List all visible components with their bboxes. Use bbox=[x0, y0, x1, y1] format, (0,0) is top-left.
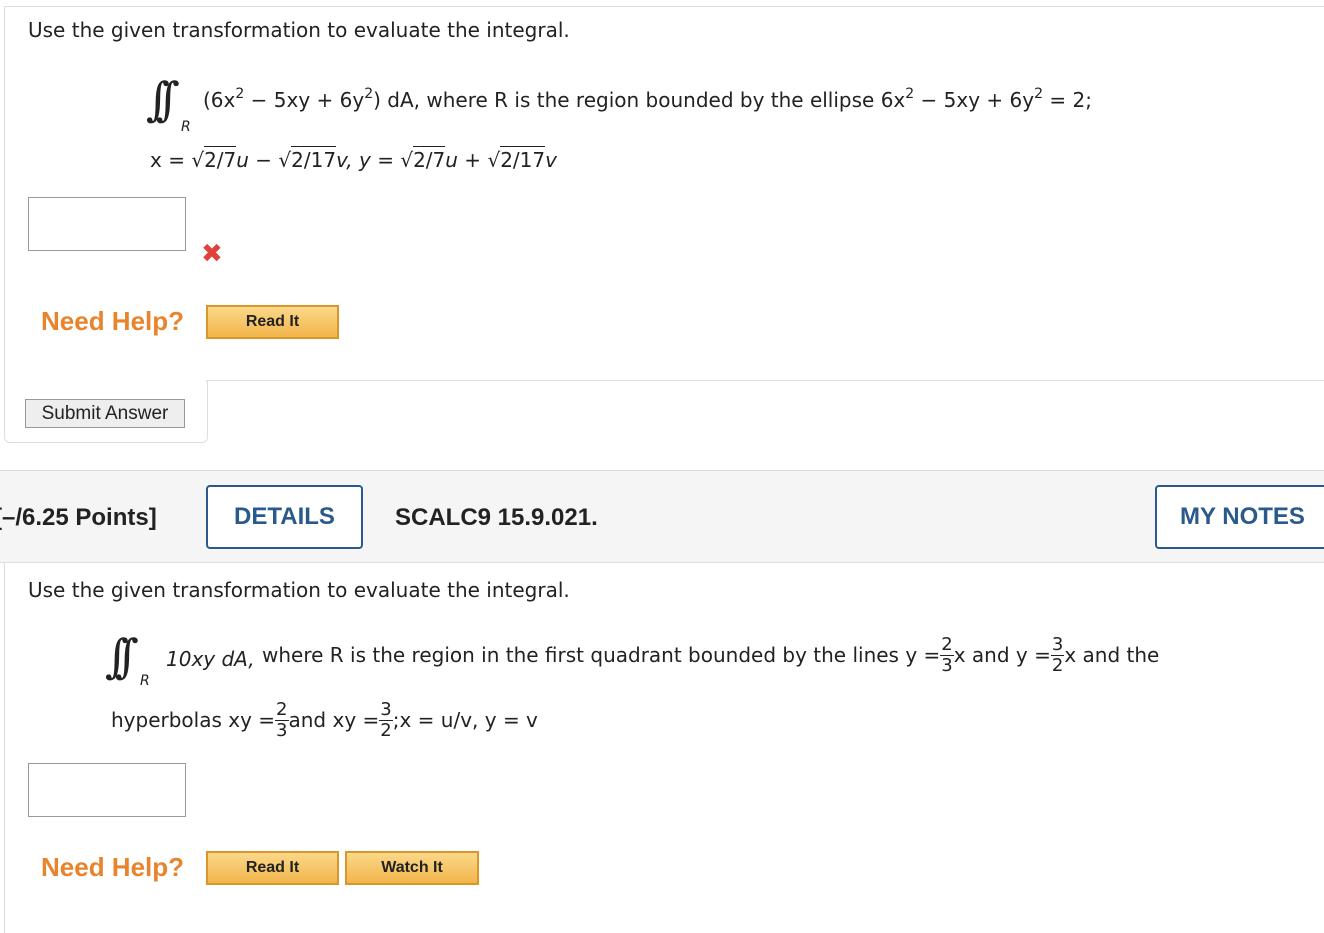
incorrect-x-icon: ✖ bbox=[201, 239, 223, 269]
read-it-button-2[interactable]: Read It bbox=[206, 851, 339, 885]
fraction-3-2-b: 32 bbox=[379, 698, 393, 741]
fraction-2-3: 23 bbox=[940, 633, 954, 676]
question-1-panel bbox=[4, 6, 1324, 382]
question-2-panel bbox=[4, 563, 1324, 933]
region-subscript-2: R bbox=[140, 673, 150, 689]
double-integral-sign-2: ∫∫ bbox=[105, 629, 139, 683]
submit-answer-button[interactable]: Submit Answer bbox=[25, 399, 185, 428]
problem-code: SCALC9 15.9.021. bbox=[395, 504, 598, 531]
question-2-header bbox=[0, 470, 1324, 563]
q1-answer-input[interactable] bbox=[28, 197, 186, 251]
watch-it-button[interactable]: Watch It bbox=[345, 851, 479, 885]
read-it-button[interactable]: Read It bbox=[206, 305, 339, 339]
q2-prompt: Use the given transformation to evaluate… bbox=[28, 578, 570, 602]
q1-transformation: x = √2/7u − √2/17v, y = √2/7u + √2/17v bbox=[150, 146, 557, 172]
fraction-2-3-b: 23 bbox=[275, 698, 289, 741]
q1-integrand: (6x2 − 5xy + 6y2) dA, where R is the reg… bbox=[203, 86, 1092, 112]
region-subscript: R bbox=[181, 119, 191, 135]
need-help-label-2: Need Help? bbox=[41, 852, 185, 882]
points-label: [–/6.25 Points] bbox=[0, 504, 157, 531]
q2-answer-input[interactable] bbox=[28, 763, 186, 817]
divider bbox=[206, 380, 1324, 381]
double-integral-sign: ∫∫ bbox=[146, 72, 180, 126]
my-notes-button[interactable]: MY NOTES bbox=[1155, 485, 1324, 549]
q2-region-description: where R is the region in the first quadr… bbox=[262, 633, 1160, 676]
q1-prompt: Use the given transformation to evaluate… bbox=[28, 18, 570, 42]
need-help-label: Need Help? bbox=[41, 306, 185, 336]
details-button[interactable]: DETAILS bbox=[206, 485, 363, 549]
q2-hyperbolas-line: hyperbolas xy = 23 and xy = 32 ;x = u/v,… bbox=[111, 698, 538, 741]
fraction-3-2: 32 bbox=[1050, 633, 1065, 676]
q2-integrand: 10xy dA, bbox=[166, 647, 255, 671]
